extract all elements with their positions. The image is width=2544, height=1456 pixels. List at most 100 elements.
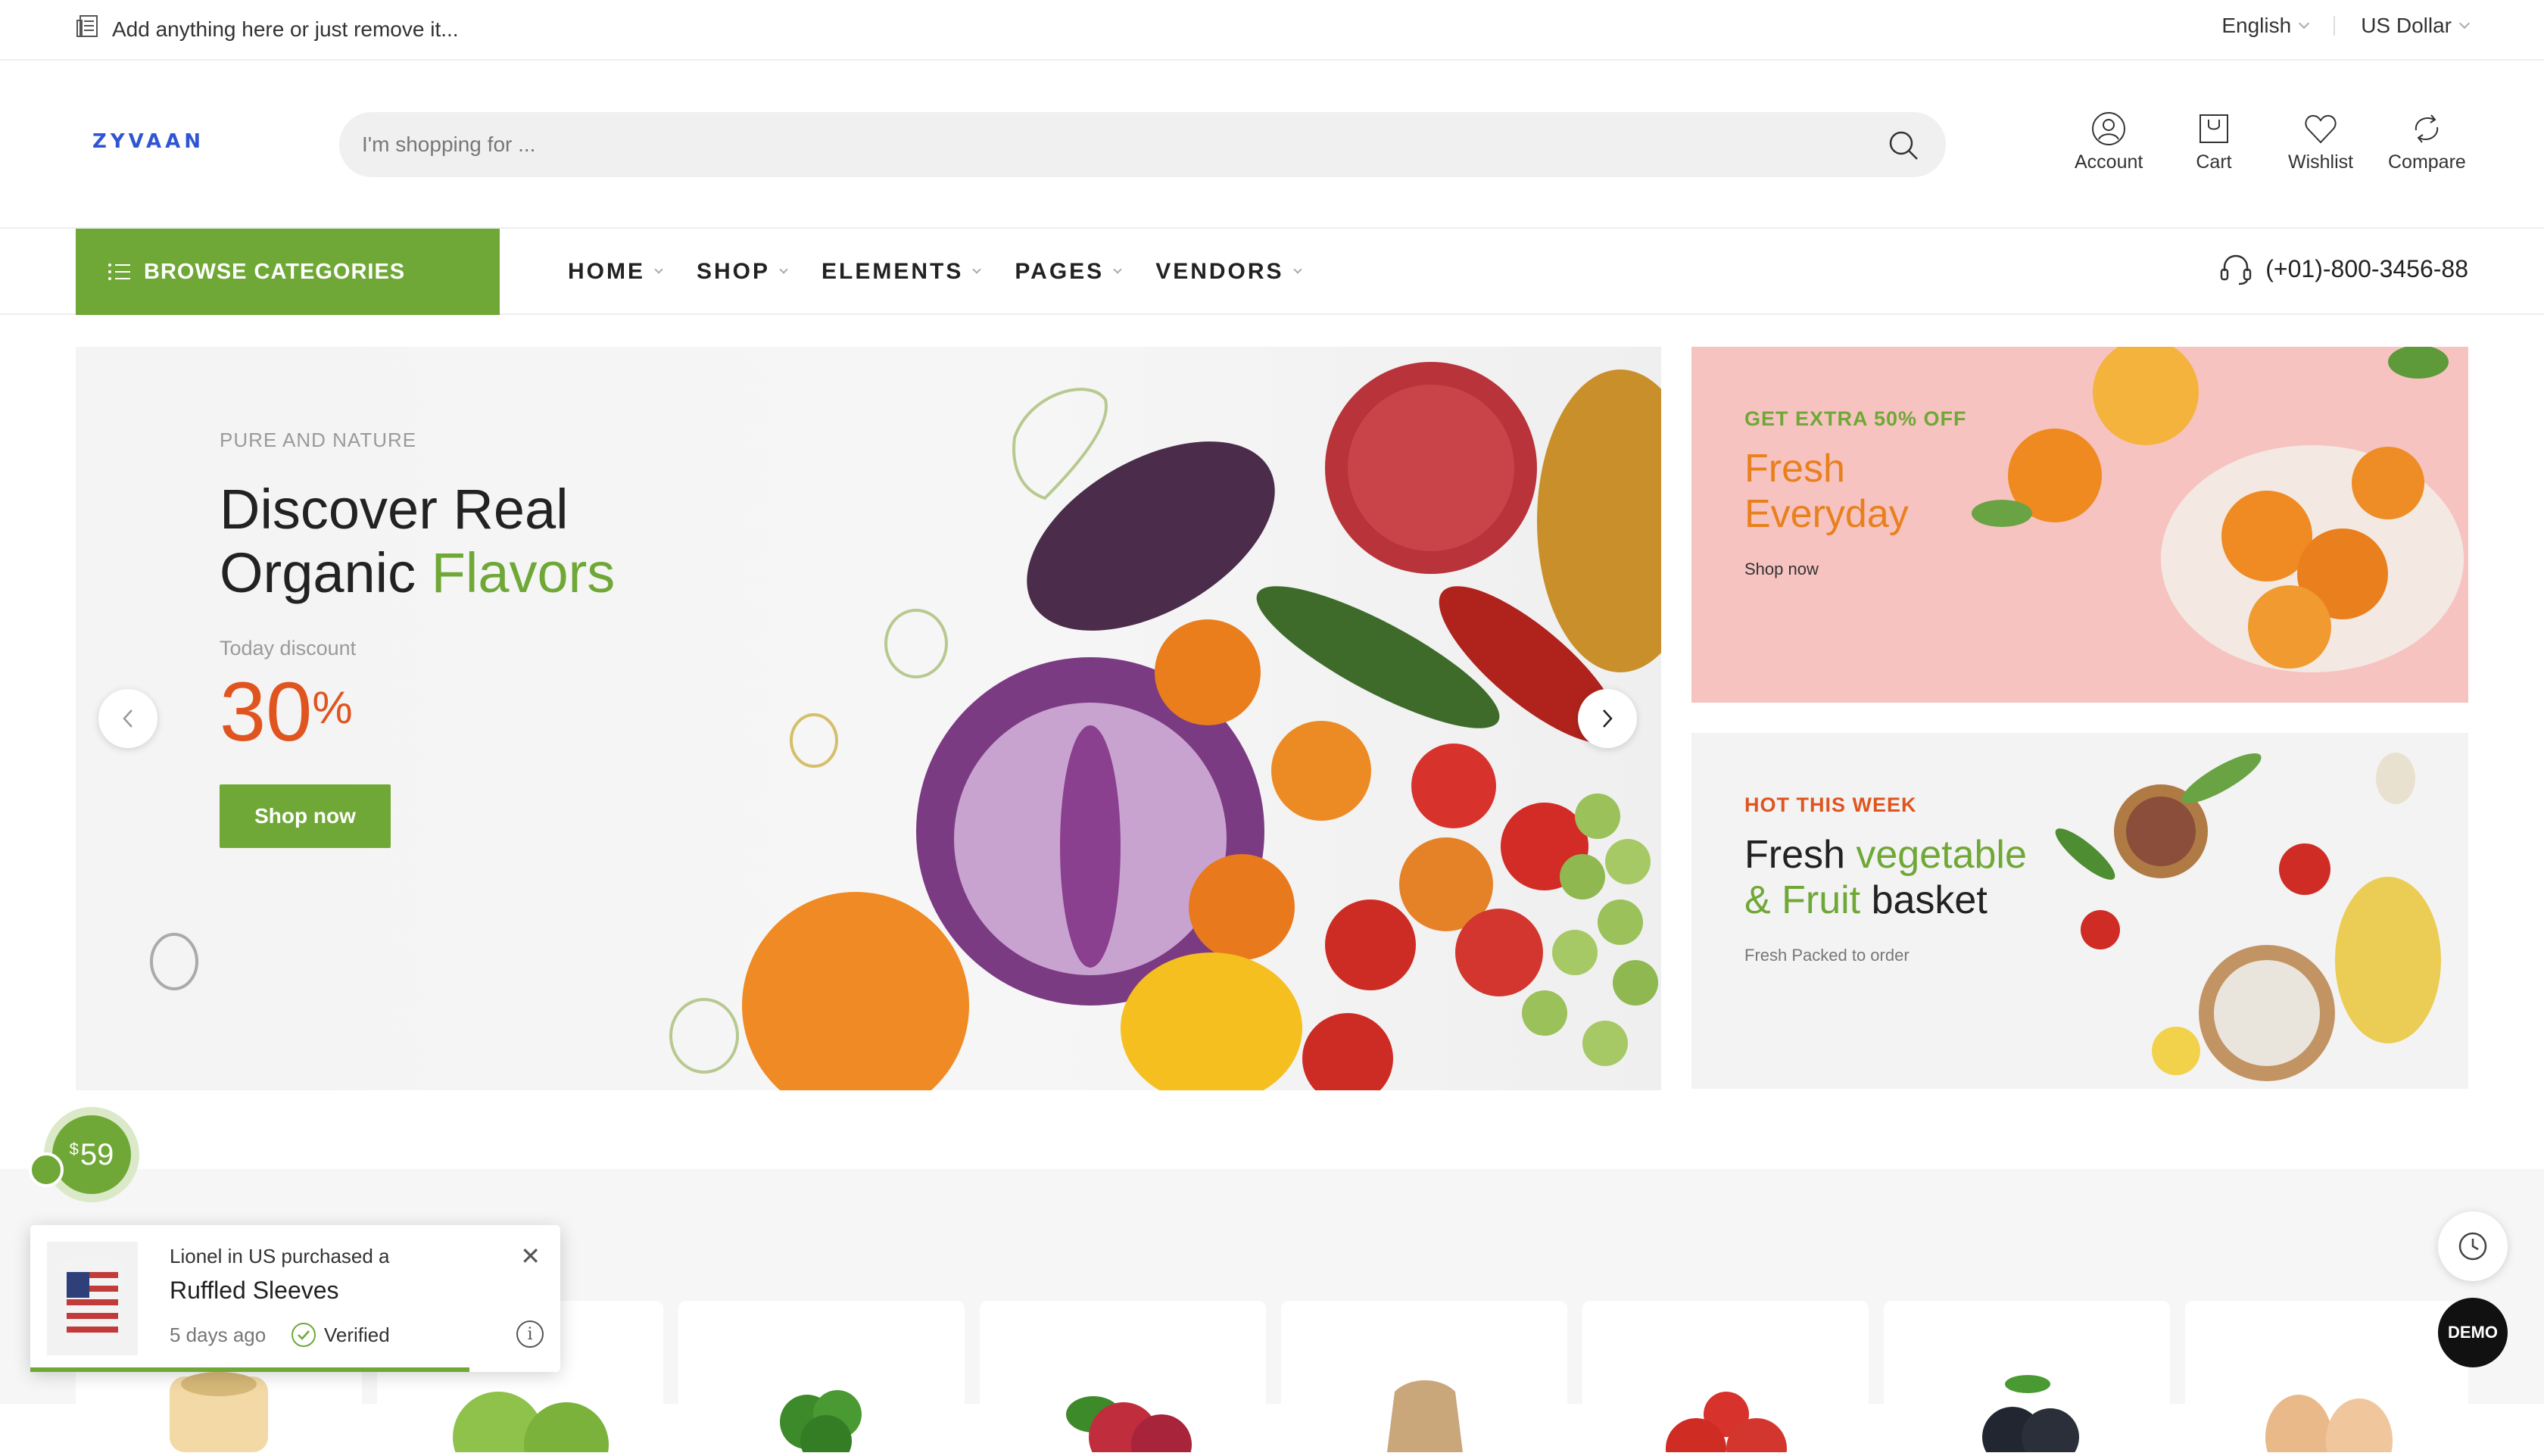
currency-label: US Dollar	[2361, 14, 2452, 37]
clock-icon	[2458, 1232, 2487, 1261]
list-icon	[108, 263, 130, 280]
account-button[interactable]: Account	[2075, 111, 2143, 173]
product-thumbnail	[47, 1242, 138, 1355]
chevron-down-icon	[1113, 265, 1122, 274]
newspaper-icon	[76, 14, 101, 45]
hero-shop-now-button[interactable]: Shop now	[220, 784, 391, 848]
chevron-down-icon	[2458, 17, 2471, 30]
promo-banner-fresh-everyday[interactable]: GET EXTRA 50% OFF Fresh Everyday Shop no…	[1691, 347, 2468, 703]
floating-price-badge[interactable]: $ 59	[44, 1107, 139, 1202]
announcement-text: Add anything here or just remove it...	[112, 17, 459, 41]
banner1-eyebrow: GET EXTRA 50% OFF	[1744, 407, 1967, 430]
support-phone[interactable]: (+01)-800-3456-88	[2218, 251, 2468, 286]
hero-eyebrow: PURE AND NATURE	[220, 429, 417, 451]
account-label: Account	[2075, 151, 2143, 173]
slider-prev-button[interactable]	[98, 689, 157, 748]
blackberries-image	[1982, 1375, 2079, 1456]
language-select[interactable]: English	[2221, 14, 2310, 38]
banner1-title-line1: Fresh	[1744, 447, 1845, 491]
nav-label: PAGES	[1015, 259, 1105, 284]
search-input[interactable]	[360, 112, 1799, 177]
nav-label: VENDORS	[1155, 259, 1284, 284]
banner2-title-accent1: vegetable	[1856, 833, 2027, 877]
search-icon[interactable]	[1887, 129, 1920, 162]
banner1-title: Fresh Everyday	[1744, 446, 1967, 537]
category-card[interactable]	[1884, 1301, 2170, 1456]
chevron-down-icon	[972, 265, 982, 274]
nav-label: HOME	[568, 259, 645, 284]
category-card[interactable]	[2185, 1301, 2468, 1456]
banner2-title-accent2: & Fruit	[1744, 878, 1861, 922]
announcement: Add anything here or just remove it...	[76, 14, 459, 45]
nav-label: SHOP	[697, 259, 771, 284]
info-icon[interactable]: i	[516, 1320, 544, 1348]
nav-item-shop[interactable]: SHOP	[697, 259, 788, 285]
nav-label: ELEMENTS	[822, 259, 964, 284]
cart-label: Cart	[2196, 151, 2232, 173]
price-badge-inner: $ 59	[52, 1115, 131, 1194]
hero-title-plain: Organic	[220, 541, 416, 604]
chevron-down-icon	[2299, 17, 2310, 30]
leaf-icon	[29, 1152, 64, 1187]
price-currency: $	[69, 1140, 79, 1158]
user-icon	[2092, 112, 2126, 145]
promo-banner-fruit-basket[interactable]: HOT THIS WEEK Fresh vegetable & Fruit ba…	[1691, 733, 2468, 1089]
chevron-down-icon	[1292, 265, 1302, 274]
popup-product-name[interactable]: Ruffled Sleeves	[170, 1277, 339, 1305]
main-nav: BROWSE CATEGORIES HOME SHOP ELEMENTS PAG…	[0, 229, 2544, 315]
nav-item-vendors[interactable]: VENDORS	[1155, 259, 1302, 285]
wishlist-button[interactable]: Wishlist	[2288, 111, 2353, 173]
compare-label: Compare	[2388, 151, 2466, 173]
cart-button[interactable]: Cart	[2196, 111, 2232, 173]
browse-categories-button[interactable]: BROWSE CATEGORIES	[76, 229, 500, 315]
popup-message: Lionel in US purchased a	[170, 1245, 390, 1267]
compare-icon	[2415, 114, 2439, 143]
hero-title: Discover Real Organic Flavors	[220, 478, 615, 605]
divider	[2334, 16, 2336, 36]
hero-title-accent: Flavors	[431, 541, 616, 604]
browse-categories-label: BROWSE CATEGORIES	[144, 259, 406, 284]
chevron-right-icon	[1603, 709, 1613, 728]
discount-value: 30%	[220, 671, 615, 754]
banner2-eyebrow: HOT THIS WEEK	[1744, 793, 1917, 816]
category-card[interactable]	[678, 1301, 965, 1456]
recent-purchase-popup[interactable]: Lionel in US purchased a Ruffled Sleeves…	[30, 1225, 560, 1372]
currency-select[interactable]: US Dollar	[2361, 14, 2471, 38]
category-card[interactable]	[980, 1301, 1266, 1456]
banner2-title: Fresh vegetable & Fruit basket	[1744, 832, 2027, 923]
banner2-title-plain1: Fresh	[1744, 833, 1845, 877]
hero-title-line1: Discover Real	[220, 478, 569, 541]
compare-button[interactable]: Compare	[2388, 111, 2466, 173]
lychee-image	[1066, 1396, 1192, 1456]
cart-icon	[2200, 114, 2228, 143]
nav-item-elements[interactable]: ELEMENTS	[822, 259, 982, 285]
demo-button[interactable]: DEMO	[2438, 1298, 2508, 1367]
site-logo[interactable]: ZYVAAN	[92, 130, 204, 153]
slider-next-button[interactable]	[1578, 689, 1637, 748]
banner2-link[interactable]: Fresh Packed to order	[1744, 946, 2027, 965]
category-card[interactable]	[1582, 1301, 1869, 1456]
close-icon[interactable]: ✕	[520, 1242, 541, 1270]
popup-progress-bar	[30, 1367, 469, 1372]
chevron-down-icon	[779, 265, 788, 274]
verified-label: Verified	[324, 1323, 390, 1346]
price-value: 59	[80, 1137, 114, 1171]
check-circle-icon	[292, 1323, 316, 1347]
nav-item-pages[interactable]: PAGES	[1015, 259, 1122, 285]
wishlist-label: Wishlist	[2288, 151, 2354, 173]
chevron-down-icon	[654, 265, 663, 274]
phone-number: (+01)-800-3456-88	[2265, 254, 2468, 282]
language-label: English	[2221, 14, 2292, 37]
discount-unit: %	[312, 682, 353, 733]
category-card[interactable]	[1281, 1301, 1567, 1452]
eggs-image	[2265, 1395, 2393, 1456]
headset-icon	[2221, 254, 2252, 285]
banner1-shop-now-link[interactable]: Shop now	[1744, 560, 1967, 579]
flag-shirt-image	[62, 1255, 123, 1340]
hero-content: PURE AND NATURE Discover Real Organic Fl…	[220, 429, 615, 848]
hero-slider: PURE AND NATURE Discover Real Organic Fl…	[76, 347, 1661, 1090]
nav-item-home[interactable]: HOME	[568, 259, 663, 285]
tomatoes-image	[1666, 1392, 1787, 1456]
history-button[interactable]	[2438, 1211, 2508, 1281]
top-bar: Add anything here or just remove it... E…	[0, 0, 2544, 61]
